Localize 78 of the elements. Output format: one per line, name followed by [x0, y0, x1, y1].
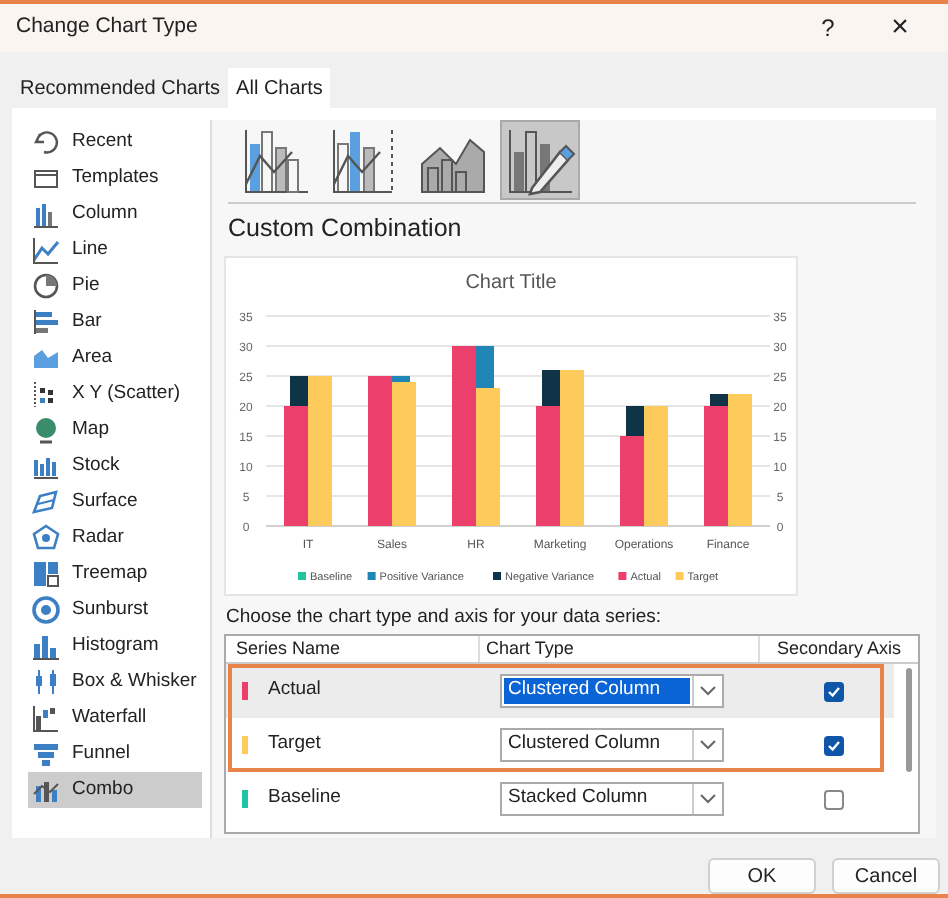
chart-type-item[interactable]: Combo	[28, 772, 202, 808]
waterfall-icon	[32, 704, 60, 732]
section-title: Custom Combination	[226, 212, 464, 246]
chart-type-item[interactable]: Radar	[28, 520, 202, 556]
chart-type-item[interactable]: Stock	[28, 448, 202, 484]
undo-arrow-icon	[32, 128, 60, 156]
legend-swatch	[675, 571, 684, 580]
histogram-icon	[32, 632, 60, 660]
instruction-text: Choose the chart type and axis for your data series:	[224, 603, 664, 632]
chart-type-item[interactable]: Box & Whisker	[28, 664, 202, 700]
box-whisker-icon	[32, 668, 60, 696]
sunburst-icon	[32, 596, 60, 624]
secondary-axis-checkbox[interactable]	[823, 789, 843, 809]
chart-type-item[interactable]: Map	[28, 412, 202, 448]
chart-type-dropdown[interactable]: Clustered Column	[500, 674, 724, 708]
globe-icon	[32, 416, 60, 444]
chart-type-item[interactable]: Waterfall	[28, 700, 202, 736]
chart-type-item[interactable]: Column	[28, 196, 202, 232]
dialog-button[interactable]: OK	[708, 858, 816, 894]
series-name: Target	[268, 730, 321, 759]
bar	[620, 435, 644, 526]
chart-subtype-button[interactable]	[500, 120, 580, 200]
bar	[536, 405, 560, 526]
column-header: Series Name	[226, 636, 480, 663]
chart-type-item[interactable]: Histogram	[28, 628, 202, 664]
legend-swatch	[493, 571, 501, 580]
caret-icon	[700, 686, 716, 696]
bar-chart-icon	[32, 308, 60, 336]
chart-type-item[interactable]: Templates	[28, 160, 202, 196]
bar	[476, 387, 500, 526]
area-chart-icon	[32, 344, 60, 372]
caret-icon	[700, 740, 716, 750]
treemap-icon	[32, 560, 60, 588]
chart-type-item[interactable]: Area	[28, 340, 202, 376]
legend-swatch	[298, 571, 306, 580]
bar	[284, 405, 308, 526]
secondary-axis-checkbox[interactable]	[823, 735, 843, 755]
secondary-axis-checkbox[interactable]	[823, 681, 843, 701]
pie-chart-icon	[32, 272, 60, 300]
series-name: Actual	[268, 676, 321, 705]
bar	[644, 405, 668, 526]
chart-type-dropdown[interactable]: Clustered Column	[500, 728, 724, 762]
series-row[interactable]: Actual Clustered Column	[226, 664, 894, 718]
window-title: Change Chart Type	[16, 12, 200, 43]
chart-type-item[interactable]: Bar	[28, 304, 202, 340]
chart-type-item[interactable]: Pie	[28, 268, 202, 304]
chart-type-item[interactable]: Treemap	[28, 556, 202, 592]
bar	[728, 393, 752, 526]
tab[interactable]: All Charts	[228, 68, 331, 108]
chart-type-item[interactable]: X Y (Scatter)	[28, 376, 202, 412]
caret-icon	[700, 794, 716, 804]
stock-chart-icon	[32, 452, 60, 480]
chart-type-item[interactable]: Sunburst	[28, 592, 202, 628]
combo-chart-icon	[240, 124, 312, 196]
chart-type-item[interactable]: Funnel	[28, 736, 202, 772]
legend-swatch	[618, 571, 627, 580]
funnel-icon	[32, 740, 60, 768]
combo-chart-icon	[32, 776, 60, 804]
chart-type-item[interactable]: Line	[28, 232, 202, 268]
surface-chart-icon	[32, 488, 60, 516]
chart-title: Chart Title	[465, 271, 557, 294]
tab[interactable]: Recommended Charts	[12, 68, 229, 108]
column-header: Secondary Axis	[774, 636, 904, 662]
chart-type-item[interactable]: Recent	[28, 124, 202, 160]
chart-type-dropdown[interactable]: Stacked Column	[500, 782, 724, 816]
series-name: Baseline	[268, 784, 341, 813]
chart-type-item[interactable]: Surface	[28, 484, 202, 520]
help-button[interactable]: ?	[808, 10, 848, 46]
line-chart-icon	[32, 236, 60, 264]
column-header: Chart Type	[480, 636, 760, 663]
scrollbar-thumb[interactable]	[906, 668, 912, 772]
column-chart-icon	[32, 200, 60, 228]
legend-swatch	[367, 571, 376, 580]
dialog-button[interactable]: Cancel	[832, 858, 940, 894]
bar	[704, 405, 728, 526]
custom-combo-icon	[504, 124, 576, 196]
close-button[interactable]: ×	[880, 5, 920, 51]
radar-chart-icon	[32, 524, 60, 552]
